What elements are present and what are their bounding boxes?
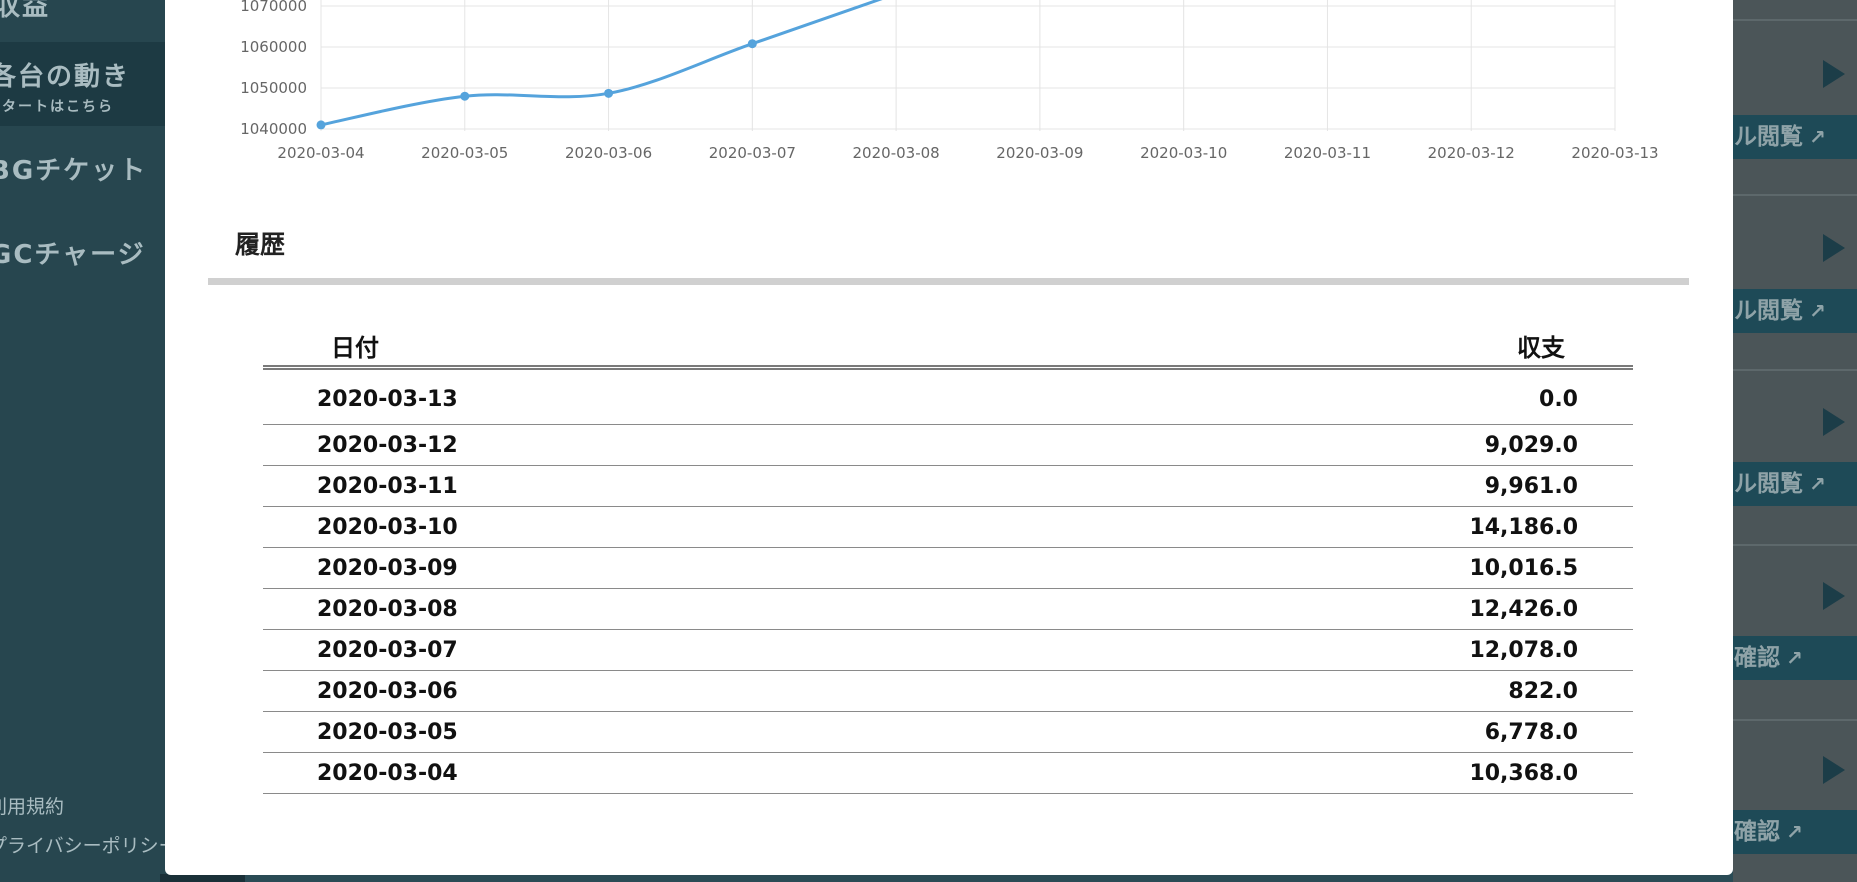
table-row: 2020-03-11 9,961.0 — [263, 465, 1633, 507]
section-divider — [208, 278, 1689, 285]
row-amount: 12,078.0 — [1007, 629, 1633, 671]
list-divider — [1733, 719, 1857, 721]
x-tick-label: 2020-03-07 — [709, 144, 796, 162]
detail-view-button-label: ル閲覧 — [1734, 298, 1803, 324]
external-link-icon: ↗ — [1809, 125, 1826, 149]
x-tick-label: 2020-03-12 — [1428, 144, 1515, 162]
external-link-icon: ↗ — [1786, 820, 1803, 844]
list-divider — [1733, 194, 1857, 196]
list-divider — [1733, 19, 1857, 21]
data-point — [316, 120, 326, 130]
y-tick-label: 1050000 — [240, 79, 307, 97]
external-link-icon: ↗ — [1809, 299, 1826, 323]
date-column-header: 日付 — [263, 325, 1008, 370]
row-date: 2020-03-11 — [263, 465, 1008, 507]
sidebar-item-bg-ticket[interactable]: BGチケット — [0, 150, 147, 187]
row-date: 2020-03-04 — [263, 752, 1008, 794]
row-amount: 6,778.0 — [1007, 711, 1633, 753]
play-icon[interactable] — [1823, 756, 1845, 784]
row-amount: 12,426.0 — [1007, 588, 1633, 630]
detail-view-button[interactable]: ル閲覧 ↗ — [1718, 462, 1857, 506]
confirm-button-label: 確認 — [1734, 645, 1780, 671]
play-icon[interactable] — [1823, 234, 1845, 262]
detail-view-button-label: ル閲覧 — [1734, 471, 1803, 497]
row-date: 2020-03-05 — [263, 711, 1008, 753]
x-tick-label: 2020-03-09 — [996, 144, 1083, 162]
confirm-button-label: 確認 — [1734, 819, 1780, 845]
detail-view-button-label: ル閲覧 — [1734, 124, 1803, 150]
sidebar-item-gc-charge[interactable]: GCチャージ — [0, 234, 146, 271]
detail-view-button[interactable]: ル閲覧 ↗ — [1718, 289, 1857, 333]
y-tick-label: 1060000 — [240, 38, 307, 56]
table-row: 2020-03-08 12,426.0 — [263, 588, 1633, 630]
x-tick-label: 2020-03-08 — [853, 144, 940, 162]
row-amount: 10,016.5 — [1007, 547, 1633, 589]
play-icon[interactable] — [1823, 582, 1845, 610]
sidebar-item-revenue[interactable]: 収益 — [0, 0, 50, 23]
row-date: 2020-03-09 — [263, 547, 1008, 589]
data-point — [747, 39, 757, 49]
external-link-icon: ↗ — [1786, 646, 1803, 670]
x-tick-label: 2020-03-13 — [1571, 144, 1658, 162]
row-date: 2020-03-06 — [263, 670, 1008, 712]
balance-chart: 1040000 1050000 1060000 1070000 2020-03-04 20… — [165, 0, 1733, 170]
list-divider — [1733, 369, 1857, 371]
confirm-button[interactable]: 確認 ↗ — [1718, 810, 1857, 854]
table-row: 2020-03-04 10,368.0 — [263, 752, 1633, 794]
history-title: 履歴 — [235, 230, 286, 259]
history-modal: 1040000 1050000 1060000 1070000 2020-03-04 20… — [165, 0, 1733, 875]
row-amount: 9,029.0 — [1007, 424, 1633, 466]
row-amount: 0.0 — [1007, 367, 1633, 425]
x-tick-label: 2020-03-05 — [421, 144, 508, 162]
privacy-policy-link[interactable]: プライバシーポリシー — [0, 831, 178, 858]
x-tick-label: 2020-03-10 — [1140, 144, 1227, 162]
table-row: 2020-03-05 6,778.0 — [263, 711, 1633, 753]
x-tick-label: 2020-03-04 — [277, 144, 364, 162]
sidebar-bottom-strip — [160, 874, 245, 882]
table-header-row: 日付 収支 — [263, 325, 1633, 370]
table-row: 2020-03-06 822.0 — [263, 670, 1633, 712]
row-amount: 9,961.0 — [1007, 465, 1633, 507]
table-row: 2020-03-07 12,078.0 — [263, 629, 1633, 671]
sidebar-item-machine-moves[interactable]: 各台の動き — [0, 56, 130, 93]
table-row: 2020-03-12 9,029.0 — [263, 424, 1633, 466]
list-divider — [1733, 544, 1857, 546]
balance-line-chart: 1040000 1050000 1060000 1070000 2020-03-04 20… — [240, 0, 1659, 162]
amount-column-header: 収支 — [1007, 325, 1633, 370]
confirm-button[interactable]: 確認 ↗ — [1718, 636, 1857, 680]
x-tick-label: 2020-03-11 — [1284, 144, 1371, 162]
table-row: 2020-03-10 14,186.0 — [263, 506, 1633, 548]
history-table: 日付 収支 2020-03-13 0.0 2020-03-12 9,029.0 … — [263, 325, 1633, 794]
row-amount: 822.0 — [1007, 670, 1633, 712]
x-tick-label: 2020-03-06 — [565, 144, 652, 162]
play-icon[interactable] — [1823, 408, 1845, 436]
row-date: 2020-03-10 — [263, 506, 1008, 548]
data-point — [460, 91, 470, 101]
table-row: 2020-03-09 10,016.5 — [263, 547, 1633, 589]
y-tick-label: 1070000 — [240, 0, 307, 15]
terms-link[interactable]: 利用規約 — [0, 792, 64, 819]
row-date: 2020-03-07 — [263, 629, 1008, 671]
data-point — [604, 88, 614, 98]
row-amount: 14,186.0 — [1007, 506, 1633, 548]
row-amount: 10,368.0 — [1007, 752, 1633, 794]
row-date: 2020-03-13 — [263, 367, 1008, 425]
table-row: 2020-03-13 0.0 — [263, 367, 1633, 425]
external-link-icon: ↗ — [1809, 472, 1826, 496]
row-date: 2020-03-12 — [263, 424, 1008, 466]
play-icon[interactable] — [1823, 60, 1845, 88]
y-tick-label: 1040000 — [240, 120, 307, 138]
row-date: 2020-03-08 — [263, 588, 1008, 630]
sidebar-item-machine-moves-sub: スタートはこちら — [0, 99, 114, 115]
detail-view-button[interactable]: ル閲覧 ↗ — [1718, 115, 1857, 159]
